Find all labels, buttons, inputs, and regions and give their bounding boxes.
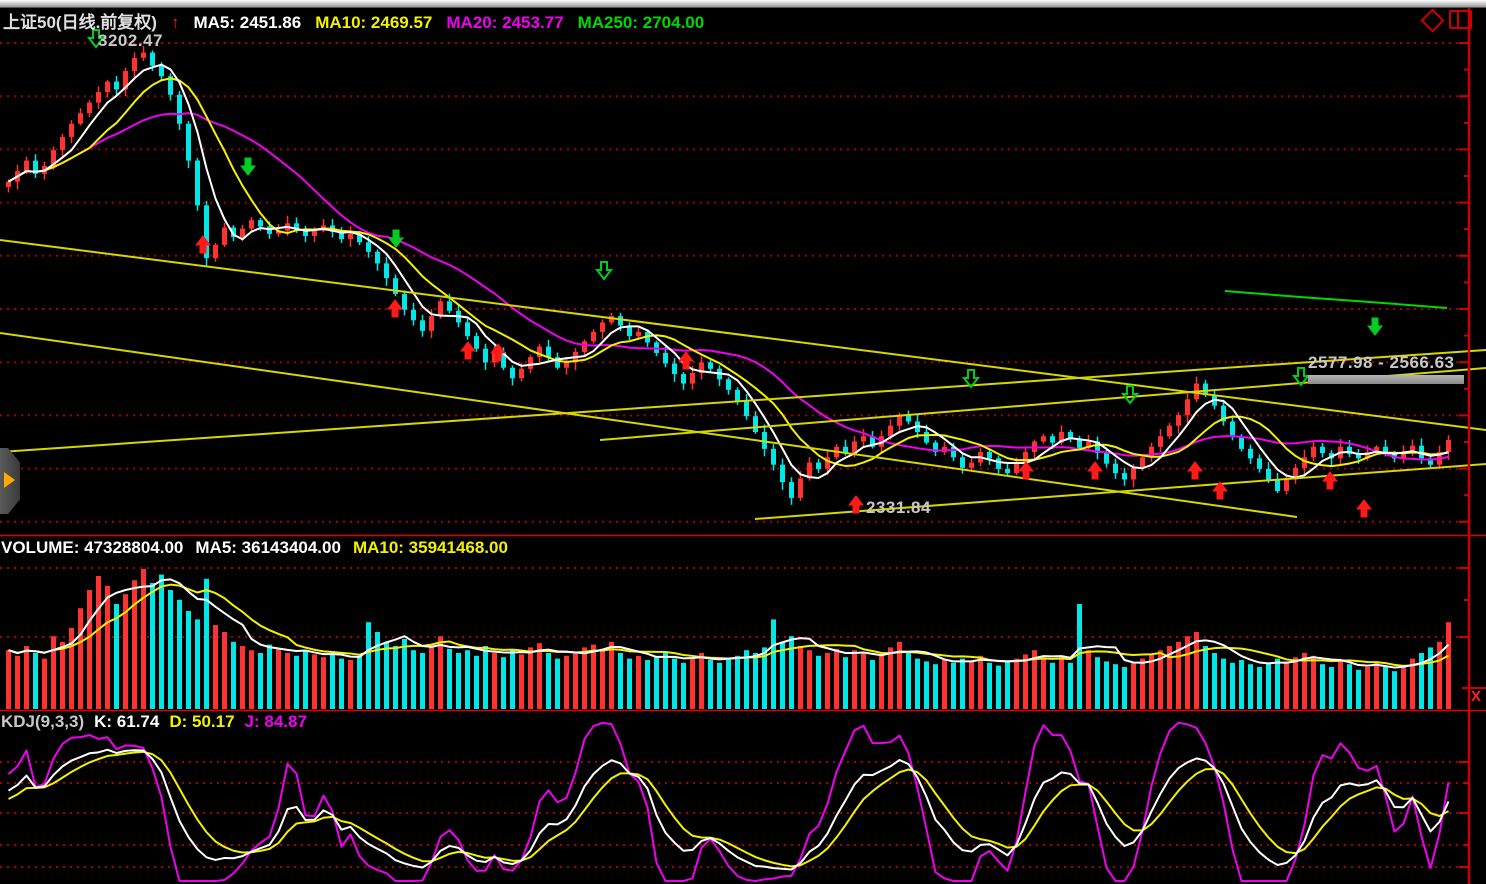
kdj-indicator-name: KDJ(9,3,3) <box>1 712 84 731</box>
ma250-value: MA250: 2704.00 <box>578 13 705 32</box>
stock-chart-window: 上证50(日线.前复权) ↑ MA5: 2451.86 MA10: 2469.57 MA… <box>0 0 1486 884</box>
volume-pane-header: VOLUME: 47328804.00 MA5: 36143404.00 MA10:… <box>1 538 520 558</box>
up-arrow-icon: ↑ <box>171 13 180 32</box>
kdj-j-value: J: 84.87 <box>245 712 307 731</box>
symbol-title: 上证50(日线.前复权) <box>3 13 157 32</box>
split-window-icon[interactable] <box>1449 10 1472 29</box>
ma5-value: MA5: 2451.86 <box>193 13 301 32</box>
volume-ma5-value: MA5: 36143404.00 <box>195 538 341 557</box>
ma10-value: MA10: 2469.57 <box>315 13 432 32</box>
peak-price-label: 3202.47 <box>98 31 163 51</box>
top-scrollbar[interactable] <box>0 0 1486 8</box>
main-chart-header: 上证50(日线.前复权) ↑ MA5: 2451.86 MA10: 2469.57 MA… <box>3 8 718 33</box>
volume-value: VOLUME: 47328804.00 <box>1 538 183 557</box>
trough-price-label: 2331.84 <box>866 498 931 518</box>
kdj-pane-header: KDJ(9,3,3) K: 61.74 D: 50.17 J: 84.87 <box>1 712 317 732</box>
expand-triangle-icon <box>4 472 15 488</box>
kdj-d-value: D: 50.17 <box>169 712 234 731</box>
axis-corner-x[interactable]: X <box>1471 688 1481 705</box>
range-highlight-bar <box>1308 375 1464 384</box>
price-chart-canvas[interactable] <box>0 0 1486 884</box>
range-price-label: 2577.98 - 2566.63 <box>1308 353 1455 373</box>
split-divider-icon <box>1457 12 1459 27</box>
kdj-k-value: K: 61.74 <box>94 712 159 731</box>
ma20-value: MA20: 2453.77 <box>446 13 563 32</box>
volume-ma10-value: MA10: 35941468.00 <box>353 538 508 557</box>
